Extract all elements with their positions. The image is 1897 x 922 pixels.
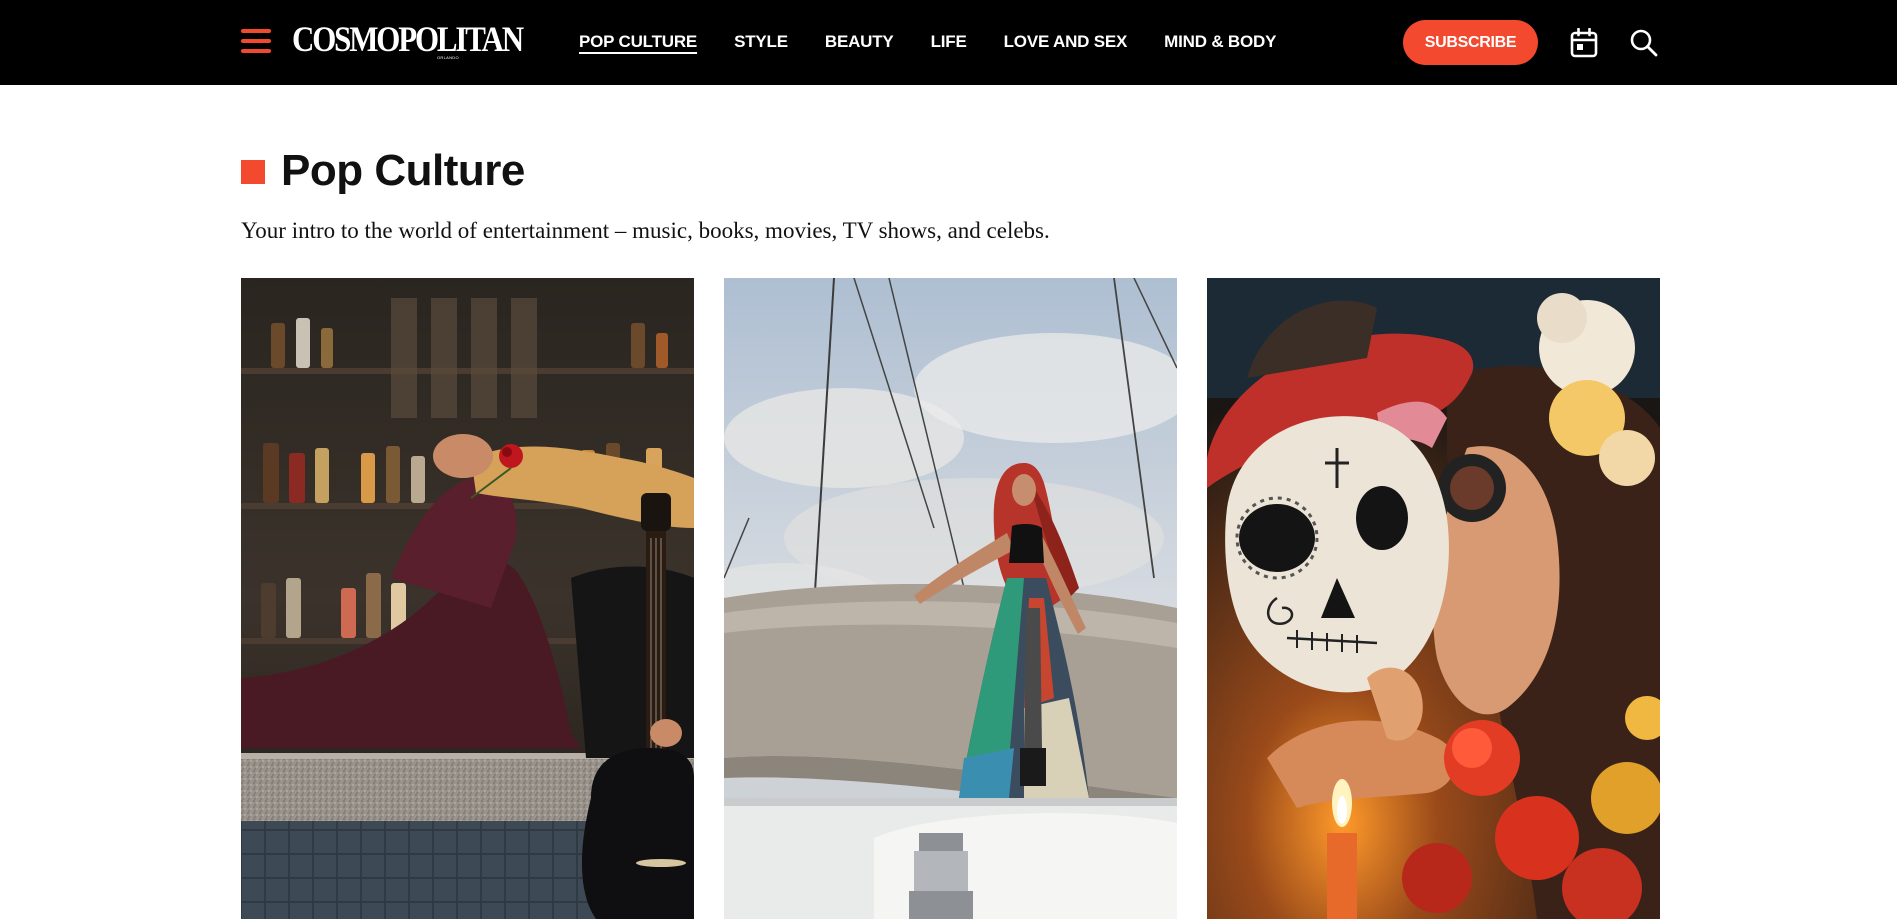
day-of-the-dead-couple-photo <box>1207 278 1660 919</box>
nav-item-life[interactable]: LIFE <box>931 30 967 54</box>
site-logo-subtext: ORLANDO <box>437 55 459 60</box>
article-card-3[interactable] <box>1207 278 1660 919</box>
nav-item-love-and-sex[interactable]: LOVE AND SEX <box>1004 30 1128 54</box>
calendar-icon[interactable] <box>1570 27 1598 58</box>
nav-item-beauty[interactable]: BEAUTY <box>825 30 894 54</box>
man-with-guitar-at-bar-photo <box>241 278 694 919</box>
nav-item-style[interactable]: STYLE <box>734 30 788 54</box>
site-header: COSMOPOLITAN ORLANDO POP CULTURE STYLE B… <box>0 0 1897 85</box>
search-icon[interactable] <box>1629 28 1659 58</box>
red-haired-woman-on-sailboat-photo <box>724 278 1177 919</box>
main-nav: POP CULTURE STYLE BEAUTY LIFE LOVE AND S… <box>579 30 1313 54</box>
section-intro: Your intro to the world of entertainment… <box>241 218 1050 243</box>
hamburger-menu-icon[interactable] <box>241 27 273 55</box>
nav-item-mind-body[interactable]: MIND & BODY <box>1164 30 1276 54</box>
section-accent-square <box>241 160 265 184</box>
article-card-1[interactable] <box>241 278 694 919</box>
subscribe-button[interactable]: SUBSCRIBE <box>1403 20 1538 65</box>
article-card-2[interactable] <box>724 278 1177 919</box>
page-title: Pop Culture <box>281 146 525 195</box>
site-logo[interactable]: COSMOPOLITAN <box>292 18 524 60</box>
nav-item-pop-culture[interactable]: POP CULTURE <box>579 30 697 54</box>
